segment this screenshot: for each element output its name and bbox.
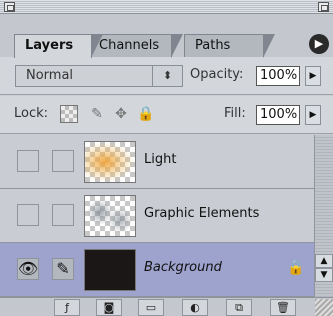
layers-toolbar: ƒ ◙ ▭ ◐ ⧉ 🗑 — [0, 297, 333, 316]
layers-scrollbar[interactable]: ▲ ▼ — [314, 135, 333, 297]
layer-style-icon[interactable]: ƒ — [54, 299, 80, 316]
blend-options-row: Normal ⬍ Opacity: 100% ▶ — [0, 57, 333, 95]
layer-row-background[interactable]: 👁 ✎ Background 🔒 — [0, 243, 314, 297]
resize-grip-icon[interactable] — [315, 299, 333, 316]
blend-mode-value: Normal — [26, 68, 74, 83]
visibility-toggle[interactable] — [17, 150, 39, 172]
layer-name: Light — [144, 152, 177, 167]
lock-all-icon[interactable]: 🔒 — [137, 105, 155, 123]
link-toggle[interactable] — [52, 204, 74, 226]
blend-mode-select[interactable]: Normal ⬍ — [15, 65, 183, 87]
fill-slider-arrow-icon[interactable]: ▶ — [305, 105, 321, 125]
scroll-down-icon[interactable]: ▼ — [315, 268, 333, 282]
lock-icon: 🔒 — [287, 260, 305, 276]
layer-thumbnail — [84, 195, 136, 237]
panel-tabs: Paths Channels Layers ▶ — [0, 14, 333, 71]
opacity-slider-arrow-icon[interactable]: ▶ — [305, 66, 321, 86]
layer-row-graphic-elements[interactable]: Graphic Elements — [0, 189, 314, 243]
opacity-label: Opacity: — [190, 67, 244, 82]
add-mask-icon[interactable]: ◙ — [96, 299, 122, 316]
panel-menu-arrow-icon[interactable]: ▶ — [309, 34, 329, 54]
layers-list: Light Graphic Elements 👁 ✎ Background 🔒 — [0, 135, 314, 297]
lock-brush-icon[interactable]: ✎ — [88, 105, 106, 123]
layer-thumbnail — [84, 249, 136, 291]
visibility-toggle[interactable] — [17, 204, 39, 226]
adjustment-layer-icon[interactable]: ◐ — [182, 299, 208, 316]
scroll-up-icon[interactable]: ▲ — [315, 254, 333, 268]
fill-label: Fill: — [224, 106, 246, 121]
lock-options-row: Lock: ✎ ✥ 🔒 Fill: 100% ▶ — [0, 96, 333, 134]
select-arrows-icon: ⬍ — [152, 66, 182, 86]
layer-name: Graphic Elements — [144, 206, 260, 221]
eye-icon[interactable]: 👁 — [17, 258, 39, 280]
layer-name: Background — [144, 260, 222, 275]
layer-thumbnail — [84, 141, 136, 183]
new-layer-icon[interactable]: ⧉ — [226, 299, 252, 316]
lock-label: Lock: — [14, 106, 49, 121]
brush-icon[interactable]: ✎ — [52, 258, 74, 280]
layer-row-light[interactable]: Light — [0, 135, 314, 189]
tab-label: Paths — [195, 38, 231, 53]
tab-label: Layers — [25, 38, 74, 53]
tab-paths[interactable]: Paths — [184, 34, 275, 58]
tab-layers[interactable]: Layers — [14, 34, 103, 58]
tab-label: Channels — [99, 38, 160, 53]
fill-input[interactable]: 100% — [256, 105, 300, 125]
new-set-folder-icon[interactable]: ▭ — [138, 299, 164, 316]
zoom-box-icon[interactable] — [318, 2, 329, 12]
trash-icon[interactable]: 🗑 — [270, 299, 296, 316]
lock-transparency-icon[interactable] — [60, 105, 78, 123]
link-toggle[interactable] — [52, 150, 74, 172]
panel-titlebar[interactable] — [0, 0, 333, 14]
close-box-icon[interactable] — [4, 2, 15, 12]
opacity-input[interactable]: 100% — [256, 66, 300, 86]
lock-move-icon[interactable]: ✥ — [112, 105, 130, 123]
